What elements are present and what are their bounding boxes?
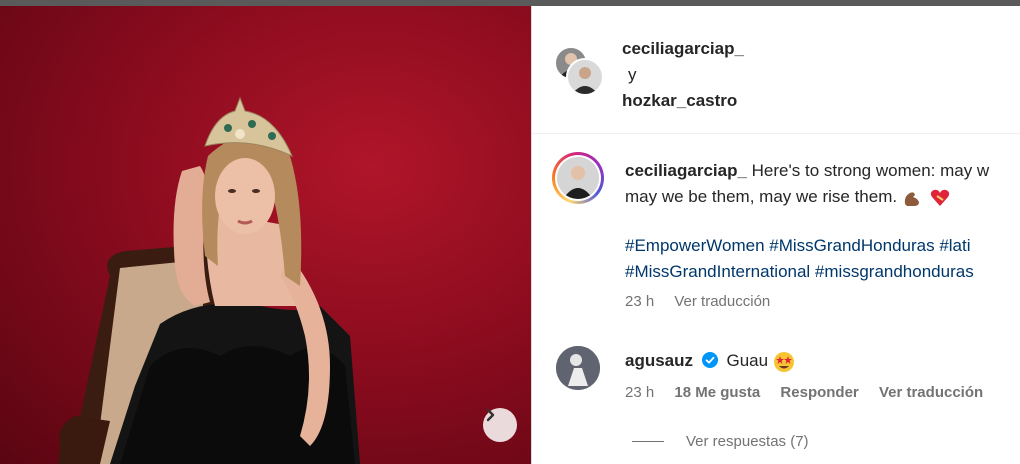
comment-translate-link[interactable]: Ver traducción	[879, 384, 983, 401]
comment-avatar[interactable]	[556, 346, 600, 390]
collaborator-username-1[interactable]: ceciliagarciap_	[622, 39, 744, 58]
view-replies-button[interactable]: Ver respuestas (7)	[632, 433, 809, 450]
comment-username[interactable]: agusauz	[625, 351, 693, 370]
caption-avatar-story-ring[interactable]	[552, 152, 604, 204]
mending-heart-emoji	[930, 189, 949, 206]
collaborators-header: ceciliagarciap_ y hozkar_castro	[622, 36, 744, 114]
avatar-hozkar-castro[interactable]	[566, 58, 604, 96]
replies-dash	[632, 441, 664, 442]
photo-illustration	[58, 96, 360, 464]
caption-text-1: Here's to strong women: may w	[751, 161, 990, 180]
comment-time[interactable]: 23 h	[625, 384, 654, 401]
verified-badge-icon	[701, 352, 718, 368]
comment-likes-count[interactable]: 18 Me gusta	[674, 384, 760, 401]
next-photo-button[interactable]	[483, 408, 517, 442]
caption-translate-link[interactable]: Ver traducción	[674, 293, 770, 310]
caption-username[interactable]: ceciliagarciap_	[625, 161, 747, 180]
post-photo[interactable]	[0, 6, 531, 464]
header-divider	[532, 133, 1020, 134]
flexed-biceps-emoji	[904, 191, 919, 206]
comment-body: agusauz Guau	[625, 348, 795, 374]
comment-text: Guau	[726, 351, 769, 370]
caption-time[interactable]: 23 h	[625, 293, 654, 310]
collaborator-avatars[interactable]	[554, 46, 604, 96]
caption-meta: 23 h Ver traducción	[625, 293, 786, 310]
caption-line-1: ceciliagarciap_ Here's to strong women: …	[625, 158, 1020, 184]
caption-line-2: may we be them, may we rise them.	[625, 184, 1020, 210]
view-replies-label: Ver respuestas (7)	[686, 433, 809, 450]
post-side-panel: ceciliagarciap_ y hozkar_castro ceciliag…	[532, 6, 1020, 464]
post-caption: ceciliagarciap_ Here's to strong women: …	[625, 158, 1020, 210]
hashtags-line-2[interactable]: #MissGrandInternational #missgrandhondur…	[625, 259, 974, 285]
collaborator-username-2[interactable]: hozkar_castro	[622, 91, 737, 110]
hashtags-line-1[interactable]: #EmpowerWomen #MissGrandHonduras #lati	[625, 233, 974, 259]
comment-reply-button[interactable]: Responder	[780, 384, 858, 401]
collaborator-connector: y	[628, 65, 637, 84]
chevron-right-icon	[486, 408, 495, 422]
caption-text-2: may we be them, may we rise them.	[625, 187, 898, 206]
caption-hashtags: #EmpowerWomen #MissGrandHonduras #lati #…	[625, 233, 974, 285]
avatar	[557, 157, 599, 199]
star-struck-emoji	[773, 351, 794, 372]
comment-meta: 23 h 18 Me gusta Responder Ver traducció…	[625, 384, 999, 401]
